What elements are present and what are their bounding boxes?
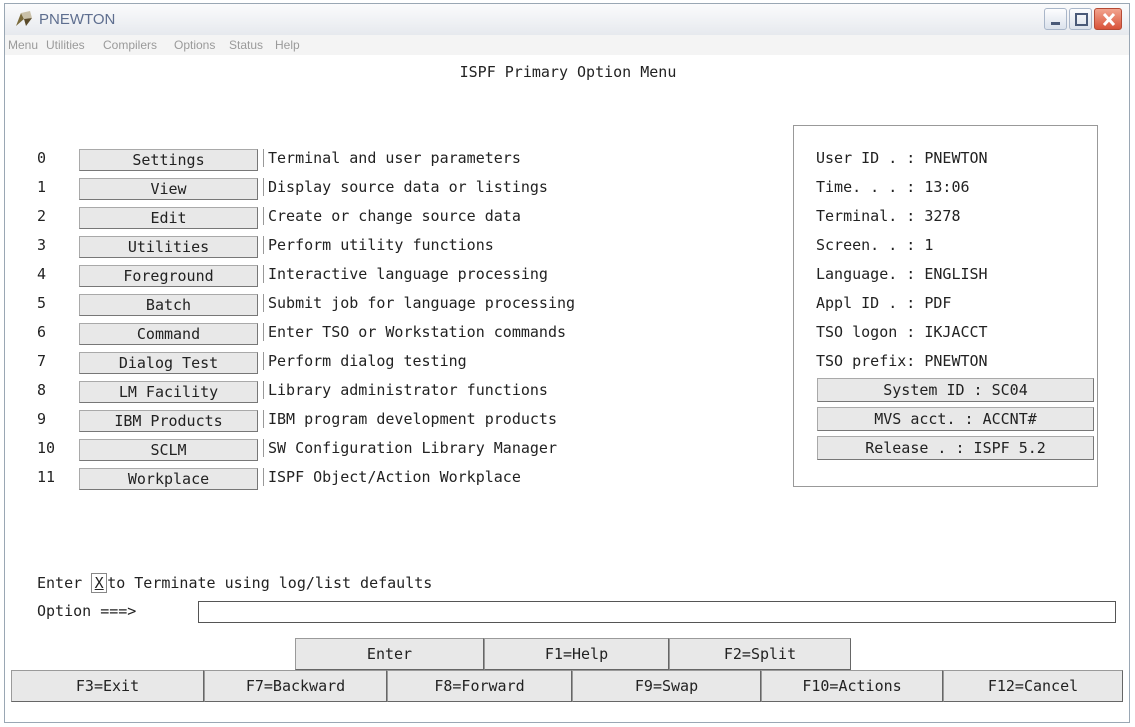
menu-bar: Menu Utilities Compilers Options Status … [5, 35, 1129, 55]
close-icon [1102, 12, 1116, 27]
app-icon [16, 11, 32, 26]
option-description: Library administrator functions [263, 381, 548, 399]
terminate-x-field[interactable]: X [91, 573, 108, 593]
option-input[interactable] [198, 601, 1116, 623]
option-description: Interactive language processing [263, 265, 548, 283]
tso-prefix-info: TSO prefix: PNEWTON [816, 352, 988, 370]
option-description: SW Configuration Library Manager [263, 439, 557, 457]
option-button-foreground[interactable]: Foreground [79, 265, 258, 287]
option-number: 7 [37, 352, 47, 370]
option-button-settings[interactable]: Settings [79, 149, 258, 171]
minimize-icon [1051, 22, 1060, 25]
option-button-batch[interactable]: Batch [79, 294, 258, 316]
f2-split-button[interactable]: F2=Split [669, 638, 851, 670]
option-number: 6 [37, 323, 47, 341]
option-description: ISPF Object/Action Workplace [263, 468, 521, 486]
terminate-text: to Terminate using log/list defaults [107, 574, 433, 592]
option-description: Perform dialog testing [263, 352, 467, 370]
f3-exit-button[interactable]: F3=Exit [11, 670, 204, 702]
menu-item-help[interactable]: Help [275, 38, 300, 52]
f7-backward-button[interactable]: F7=Backward [204, 670, 387, 702]
f1-help-button[interactable]: F1=Help [484, 638, 669, 670]
time-info: Time. . . : 13:06 [816, 178, 970, 196]
title-bar: PNEWTON [5, 4, 1129, 36]
mvs-acct-button[interactable]: MVS acct. : ACCNT# [817, 407, 1094, 431]
terminate-prefix: Enter [37, 574, 92, 592]
option-number: 5 [37, 294, 47, 312]
appl-id-info: Appl ID . : PDF [816, 294, 952, 312]
menu-item-options[interactable]: Options [174, 38, 215, 52]
option-number: 1 [37, 178, 47, 196]
option-number: 11 [37, 468, 56, 486]
f12-cancel-button[interactable]: F12=Cancel [943, 670, 1123, 702]
release-button[interactable]: Release . : ISPF 5.2 [817, 436, 1094, 460]
option-number: 9 [37, 410, 47, 428]
f8-forward-button[interactable]: F8=Forward [387, 670, 572, 702]
option-button-dialog-test[interactable]: Dialog Test [79, 352, 258, 374]
option-description: Terminal and user parameters [263, 149, 521, 167]
close-button[interactable] [1094, 8, 1122, 30]
terminal-info: Terminal. : 3278 [816, 207, 961, 225]
tso-logon-info: TSO logon : IKJACCT [816, 323, 988, 341]
enter-button[interactable]: Enter [295, 638, 484, 670]
option-description: Perform utility functions [263, 236, 494, 254]
f9-swap-button[interactable]: F9=Swap [572, 670, 761, 702]
option-button-sclm[interactable]: SCLM [79, 439, 258, 461]
menu-item-compilers[interactable]: Compilers [103, 38, 157, 52]
option-number: 10 [37, 439, 56, 457]
option-prompt: Option ===> [37, 602, 137, 620]
option-description: Submit job for language processing [263, 294, 575, 312]
maximize-icon [1075, 13, 1088, 26]
system-id-button[interactable]: System ID : SC04 [817, 378, 1094, 402]
option-number: 2 [37, 207, 47, 225]
option-button-lm-facility[interactable]: LM Facility [79, 381, 258, 403]
window-title: PNEWTON [39, 11, 116, 28]
option-description: Enter TSO or Workstation commands [263, 323, 566, 341]
menu-item-menu[interactable]: Menu [8, 38, 38, 52]
ispf-window: PNEWTON Menu Utilities Compilers Options… [4, 3, 1130, 723]
option-button-workplace[interactable]: Workplace [79, 468, 258, 490]
option-button-edit[interactable]: Edit [79, 207, 258, 229]
language-info: Language. : ENGLISH [816, 265, 988, 283]
panel-title: ISPF Primary Option Menu [459, 63, 677, 81]
option-button-ibm-products[interactable]: IBM Products [79, 410, 258, 432]
option-button-utilities[interactable]: Utilities [79, 236, 258, 258]
screen-info: Screen. . : 1 [816, 236, 934, 254]
minimize-button[interactable] [1044, 8, 1067, 30]
menu-item-status[interactable]: Status [229, 38, 263, 52]
option-number: 8 [37, 381, 47, 399]
option-number: 0 [37, 149, 47, 167]
option-description: Display source data or listings [263, 178, 548, 196]
maximize-button[interactable] [1069, 8, 1092, 30]
option-button-view[interactable]: View [79, 178, 258, 200]
option-button-command[interactable]: Command [79, 323, 258, 345]
option-number: 4 [37, 265, 47, 283]
f10-actions-button[interactable]: F10=Actions [761, 670, 943, 702]
terminate-line: Enter Xto Terminate using log/list defau… [37, 573, 432, 593]
option-description: Create or change source data [263, 207, 521, 225]
option-description: IBM program development products [263, 410, 557, 428]
user-id-info: User ID . : PNEWTON [816, 149, 988, 167]
menu-item-utilities[interactable]: Utilities [46, 38, 85, 52]
option-number: 3 [37, 236, 47, 254]
